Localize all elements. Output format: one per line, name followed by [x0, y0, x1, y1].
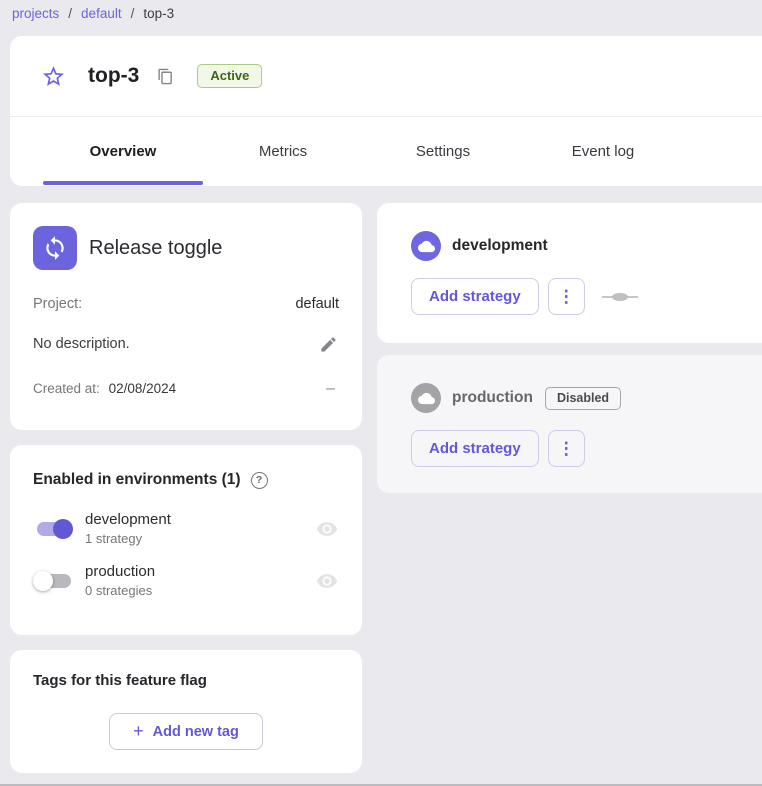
- eye-icon: [316, 570, 338, 592]
- tab-metrics[interactable]: Metrics: [203, 117, 363, 185]
- project-row: Project: default: [33, 296, 339, 312]
- overview-sidebar: Release toggle Project: default No descr…: [10, 203, 362, 773]
- enabled-environments-title: Enabled in environments (1): [33, 471, 241, 489]
- cloud-icon: [418, 390, 435, 407]
- cloud-icon: [411, 383, 441, 413]
- description-row: No description.: [33, 333, 339, 355]
- toggle-production[interactable]: [33, 569, 75, 593]
- environment-row-production: production 0 strategies: [33, 563, 339, 599]
- add-new-tag-button[interactable]: + Add new tag: [109, 713, 263, 750]
- created-label: Created at:: [33, 381, 100, 396]
- status-badge: Active: [197, 64, 262, 88]
- eye-icon: [316, 518, 338, 540]
- favorite-star-icon[interactable]: [40, 63, 66, 89]
- created-row: Created at: 02/08/2024 –: [33, 381, 339, 396]
- add-strategy-button[interactable]: Add strategy: [411, 430, 539, 467]
- cloud-icon: [418, 238, 435, 255]
- toggle-development[interactable]: [33, 517, 75, 541]
- environment-panel-development: development Add strategy ⋮: [377, 203, 762, 343]
- breadcrumb-link-projects[interactable]: projects: [12, 6, 59, 21]
- overview-content: Release toggle Project: default No descr…: [10, 203, 762, 773]
- feature-tabs: Overview Metrics Settings Event log: [10, 117, 762, 185]
- sync-arrows-icon: [42, 235, 68, 261]
- pencil-icon: [319, 335, 338, 354]
- breadcrumb-separator: /: [131, 6, 135, 21]
- add-new-tag-label: Add new tag: [153, 724, 239, 740]
- copy-name-icon[interactable]: [155, 66, 175, 86]
- environment-name: development: [85, 511, 315, 529]
- toggle-thumb: [53, 519, 73, 539]
- edit-description-button[interactable]: [317, 333, 339, 355]
- environment-panel-name: production: [452, 389, 533, 407]
- environment-panels: development Add strategy ⋮ production Di…: [377, 203, 762, 773]
- collapse-dash-icon[interactable]: –: [322, 382, 339, 396]
- environment-name: production: [85, 563, 315, 581]
- help-icon[interactable]: ?: [251, 472, 268, 489]
- created-value: 02/08/2024: [109, 381, 177, 396]
- breadcrumb-link-default[interactable]: default: [81, 6, 122, 21]
- visibility-eye-icon[interactable]: [315, 569, 339, 593]
- feature-header-card: top-3 Active Overview Metrics Settings E…: [10, 36, 762, 186]
- description-text: No description.: [33, 336, 130, 352]
- strategy-separator: [602, 290, 638, 304]
- toggle-thumb: [33, 571, 53, 591]
- release-toggle-icon: [33, 226, 77, 270]
- more-options-kebab-button[interactable]: ⋮: [548, 278, 585, 315]
- more-options-kebab-button[interactable]: ⋮: [548, 430, 585, 467]
- tab-settings[interactable]: Settings: [363, 117, 523, 185]
- environment-panel-production: production Disabled Add strategy ⋮: [377, 355, 762, 493]
- visibility-eye-icon[interactable]: [315, 517, 339, 541]
- project-label: Project:: [33, 296, 82, 312]
- environment-strategy-count: 0 strategies: [85, 583, 315, 599]
- flag-details-card: Release toggle Project: default No descr…: [10, 203, 362, 430]
- flag-type-label: Release toggle: [89, 237, 222, 260]
- disabled-badge: Disabled: [545, 387, 621, 410]
- environment-strategy-count: 1 strategy: [85, 531, 315, 547]
- copy-icon: [157, 68, 174, 85]
- environment-panel-name: development: [452, 237, 548, 255]
- star-outline-icon: [41, 64, 66, 89]
- flag-type-row: Release toggle: [33, 226, 339, 270]
- plus-icon: +: [133, 721, 144, 742]
- tab-event-log[interactable]: Event log: [523, 117, 683, 185]
- tags-title: Tags for this feature flag: [33, 672, 339, 689]
- enabled-environments-card: Enabled in environments (1) ? developmen…: [10, 445, 362, 635]
- cloud-icon: [411, 231, 441, 261]
- breadcrumb-separator: /: [68, 6, 72, 21]
- project-value: default: [295, 296, 339, 312]
- add-strategy-button[interactable]: Add strategy: [411, 278, 539, 315]
- breadcrumb-current: top-3: [143, 6, 174, 21]
- breadcrumb: projects / default / top-3: [0, 0, 762, 21]
- tab-overview[interactable]: Overview: [43, 117, 203, 185]
- tags-card: Tags for this feature flag + Add new tag: [10, 650, 362, 773]
- page-title: top-3: [88, 64, 139, 88]
- environment-row-development: development 1 strategy: [33, 511, 339, 547]
- feature-title-row: top-3 Active: [10, 36, 762, 117]
